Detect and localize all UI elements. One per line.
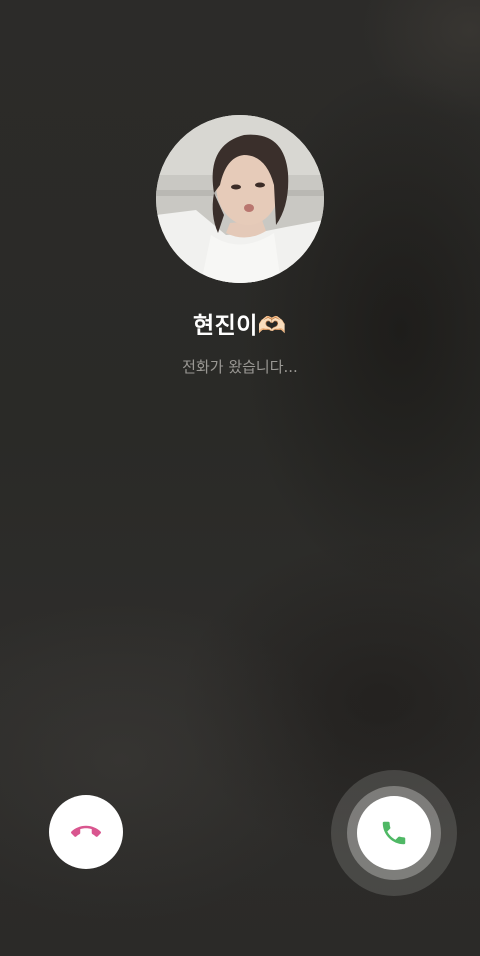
incoming-call-screen: 현진이🫶🏻 전화가 왔습니다... <box>0 0 480 956</box>
accept-call-button[interactable] <box>357 796 431 870</box>
phone-icon <box>382 821 406 845</box>
caller-avatar <box>156 115 324 283</box>
call-status-text: 전화가 왔습니다... <box>182 358 298 376</box>
caller-photo <box>156 115 324 283</box>
phone-hangup-icon <box>71 825 101 837</box>
decline-call-button[interactable] <box>49 795 123 869</box>
caller-name: 현진이🫶🏻 <box>192 313 288 339</box>
